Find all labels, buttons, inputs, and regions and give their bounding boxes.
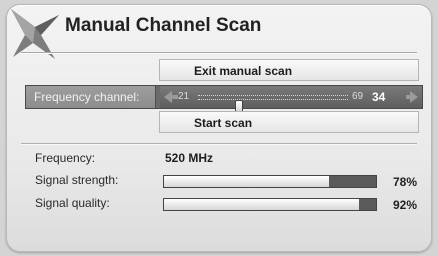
frequency-channel-label: Frequency channel: <box>26 86 156 108</box>
signal-quality-value: 92% <box>393 198 418 212</box>
frequency-label: Frequency: <box>35 151 96 165</box>
signal-quality-bar <box>163 198 377 211</box>
channel-min-value: 21 <box>178 91 190 102</box>
signal-strength-value: 78% <box>393 175 418 189</box>
star-logo-icon <box>11 9 59 59</box>
signal-strength-label: Signal strength: <box>35 173 119 187</box>
start-scan-button[interactable]: Start scan <box>159 111 419 133</box>
manual-channel-scan-dialog: Manual Channel Scan Exit manual scan Fre… <box>6 4 432 252</box>
frequency-value: 520 MHz <box>165 151 214 165</box>
signal-strength-bar <box>163 175 377 188</box>
title-divider <box>21 52 417 54</box>
section-divider <box>21 143 417 145</box>
frequency-channel-row[interactable]: Frequency channel: 21 69 34 <box>25 85 423 114</box>
dialog-title: Manual Channel Scan <box>65 15 262 36</box>
channel-max-value: 69 <box>352 91 364 102</box>
arrow-left-icon[interactable] <box>164 91 178 103</box>
signal-strength-fill <box>164 176 330 187</box>
channel-current-value: 34 <box>372 90 386 104</box>
exit-manual-scan-button[interactable]: Exit manual scan <box>159 59 419 81</box>
frequency-channel-slider[interactable]: 21 69 34 <box>160 86 422 114</box>
arrow-right-icon[interactable] <box>406 91 418 103</box>
slider-track[interactable] <box>198 95 348 114</box>
signal-quality-fill <box>164 199 360 210</box>
signal-quality-label: Signal quality: <box>35 196 110 210</box>
